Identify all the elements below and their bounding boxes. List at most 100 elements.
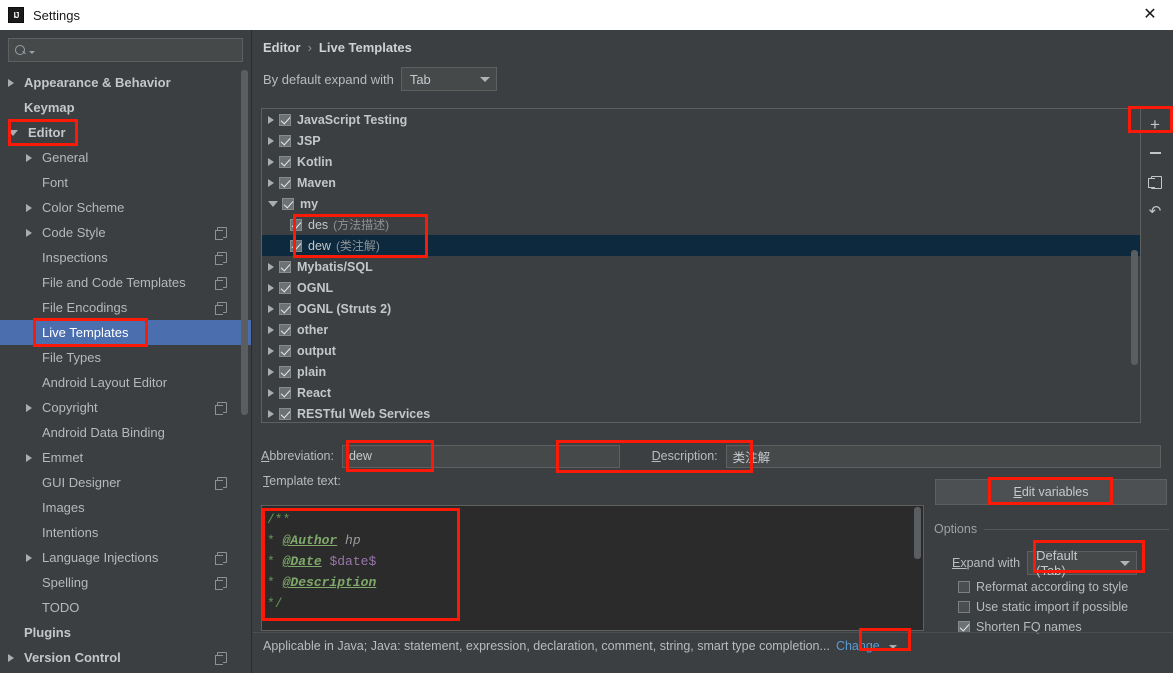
template-checkbox[interactable]: [279, 302, 291, 315]
chevron-right-icon[interactable]: [268, 115, 274, 124]
chevron-right-icon[interactable]: [26, 553, 32, 562]
templates-scrollbar-thumb[interactable]: [1131, 250, 1138, 365]
sidebar-item-file-encodings[interactable]: File Encodings: [0, 295, 251, 320]
sidebar-item-images[interactable]: Images: [0, 495, 251, 520]
template-tree-row[interactable]: OGNL (Struts 2): [262, 298, 1140, 319]
template-checkbox[interactable]: [290, 239, 302, 252]
chevron-right-icon[interactable]: [26, 153, 32, 162]
sidebar-item-android-data-binding[interactable]: Android Data Binding: [0, 420, 251, 445]
template-checkbox[interactable]: [279, 386, 291, 399]
copy-settings-icon[interactable]: [215, 227, 227, 240]
search-box[interactable]: [8, 38, 243, 62]
description-input[interactable]: 类注解: [725, 444, 1161, 468]
template-checkbox[interactable]: [279, 344, 291, 357]
template-tree-row[interactable]: des (方法描述): [262, 214, 1140, 235]
sidebar-item-file-types[interactable]: File Types: [0, 345, 251, 370]
chevron-right-icon[interactable]: [268, 304, 274, 313]
chevron-down-icon[interactable]: [268, 200, 278, 207]
sidebar-item-intentions[interactable]: Intentions: [0, 520, 251, 545]
editor-scrollbar-thumb[interactable]: [914, 507, 921, 559]
copy-settings-icon[interactable]: [215, 577, 227, 590]
sidebar-scrollbar-thumb[interactable]: [241, 70, 248, 415]
chevron-down-icon[interactable]: [888, 645, 897, 649]
change-context-link[interactable]: Change: [836, 639, 880, 653]
template-tree-row[interactable]: Kotlin: [262, 151, 1140, 172]
template-text-editor[interactable]: /** * @Author hp * @Date $date$ * @Descr…: [261, 505, 924, 631]
sidebar-item-font[interactable]: Font: [0, 170, 251, 195]
copy-settings-icon[interactable]: [215, 252, 227, 265]
template-tree-row[interactable]: React: [262, 382, 1140, 403]
sidebar-item-copyright[interactable]: Copyright: [0, 395, 251, 420]
sidebar-item-keymap[interactable]: Keymap: [0, 95, 251, 120]
copy-settings-icon[interactable]: [215, 552, 227, 565]
sidebar-item-file-and-code-templates[interactable]: File and Code Templates: [0, 270, 251, 295]
template-checkbox[interactable]: [279, 365, 291, 378]
copy-settings-icon[interactable]: [215, 277, 227, 290]
sidebar-item-general[interactable]: General: [0, 145, 251, 170]
sidebar-item-code-style[interactable]: Code Style: [0, 220, 251, 245]
chevron-right-icon[interactable]: [26, 203, 32, 212]
option-checkbox-row[interactable]: Reformat according to style: [958, 580, 1128, 594]
copy-settings-icon[interactable]: [215, 302, 227, 315]
template-checkbox[interactable]: [279, 260, 291, 273]
sidebar-item-language-injections[interactable]: Language Injections: [0, 545, 251, 570]
sidebar-item-inspections[interactable]: Inspections: [0, 245, 251, 270]
sidebar-item-color-scheme[interactable]: Color Scheme: [0, 195, 251, 220]
chevron-right-icon[interactable]: [268, 388, 274, 397]
sidebar-item-android-layout-editor[interactable]: Android Layout Editor: [0, 370, 251, 395]
template-checkbox[interactable]: [279, 281, 291, 294]
chevron-right-icon[interactable]: [26, 228, 32, 237]
sidebar-item-version-control[interactable]: Version Control: [0, 645, 251, 670]
template-checkbox[interactable]: [279, 155, 291, 168]
template-checkbox[interactable]: [279, 407, 291, 420]
template-tree-row[interactable]: Mybatis/SQL: [262, 256, 1140, 277]
template-checkbox[interactable]: [279, 176, 291, 189]
search-input[interactable]: [35, 43, 236, 57]
template-checkbox[interactable]: [282, 197, 294, 210]
chevron-right-icon[interactable]: [268, 136, 274, 145]
chevron-right-icon[interactable]: [268, 325, 274, 334]
sidebar-item-emmet[interactable]: Emmet: [0, 445, 251, 470]
revert-template-button[interactable]: [1144, 201, 1166, 221]
expand-with-select[interactable]: Default (Tab): [1027, 548, 1138, 578]
chevron-right-icon[interactable]: [268, 409, 274, 418]
chevron-right-icon[interactable]: [26, 403, 32, 412]
template-checkbox[interactable]: [279, 113, 291, 126]
chevron-right-icon[interactable]: [268, 178, 274, 187]
templates-scrollbar[interactable]: [1130, 110, 1139, 422]
template-tree-row[interactable]: output: [262, 340, 1140, 361]
chevron-right-icon[interactable]: [8, 653, 14, 662]
chevron-down-icon[interactable]: [8, 129, 18, 136]
template-tree-row[interactable]: JSP: [262, 130, 1140, 151]
chevron-right-icon[interactable]: [268, 367, 274, 376]
template-tree-row[interactable]: my: [262, 193, 1140, 214]
remove-template-button[interactable]: [1144, 143, 1166, 163]
default-expand-select[interactable]: Tab: [400, 67, 497, 91]
sidebar-item-editor[interactable]: Editor: [0, 120, 251, 145]
close-icon[interactable]: ✕: [1127, 0, 1173, 30]
copy-settings-icon[interactable]: [215, 477, 227, 490]
chevron-right-icon[interactable]: [268, 262, 274, 271]
template-tree-row[interactable]: OGNL: [262, 277, 1140, 298]
template-checkbox[interactable]: [279, 134, 291, 147]
sidebar-item-gui-designer[interactable]: GUI Designer: [0, 470, 251, 495]
chevron-right-icon[interactable]: [8, 78, 14, 87]
copy-settings-icon[interactable]: [215, 402, 227, 415]
add-template-button[interactable]: [1144, 114, 1166, 134]
breadcrumb-parent[interactable]: Editor: [263, 40, 301, 55]
template-tree-row[interactable]: RESTful Web Services: [262, 403, 1140, 422]
sidebar-scrollbar[interactable]: [241, 70, 248, 615]
template-tree-row[interactable]: plain: [262, 361, 1140, 382]
editor-scrollbar[interactable]: [913, 507, 922, 630]
chevron-right-icon[interactable]: [268, 346, 274, 355]
sidebar-item-todo[interactable]: TODO: [0, 595, 251, 620]
template-checkbox[interactable]: [279, 323, 291, 336]
template-tree-row[interactable]: Maven: [262, 172, 1140, 193]
abbreviation-input[interactable]: dew: [341, 444, 620, 468]
edit-variables-button[interactable]: Edit variables: [935, 479, 1167, 505]
sidebar-item-live-templates[interactable]: Live Templates: [0, 320, 251, 345]
duplicate-template-button[interactable]: [1144, 172, 1166, 192]
live-templates-tree[interactable]: JavaScript Testing JSP Kotlin Maven my des (方法…: [261, 108, 1141, 423]
copy-settings-icon[interactable]: [215, 652, 227, 665]
option-checkbox[interactable]: [958, 581, 970, 593]
